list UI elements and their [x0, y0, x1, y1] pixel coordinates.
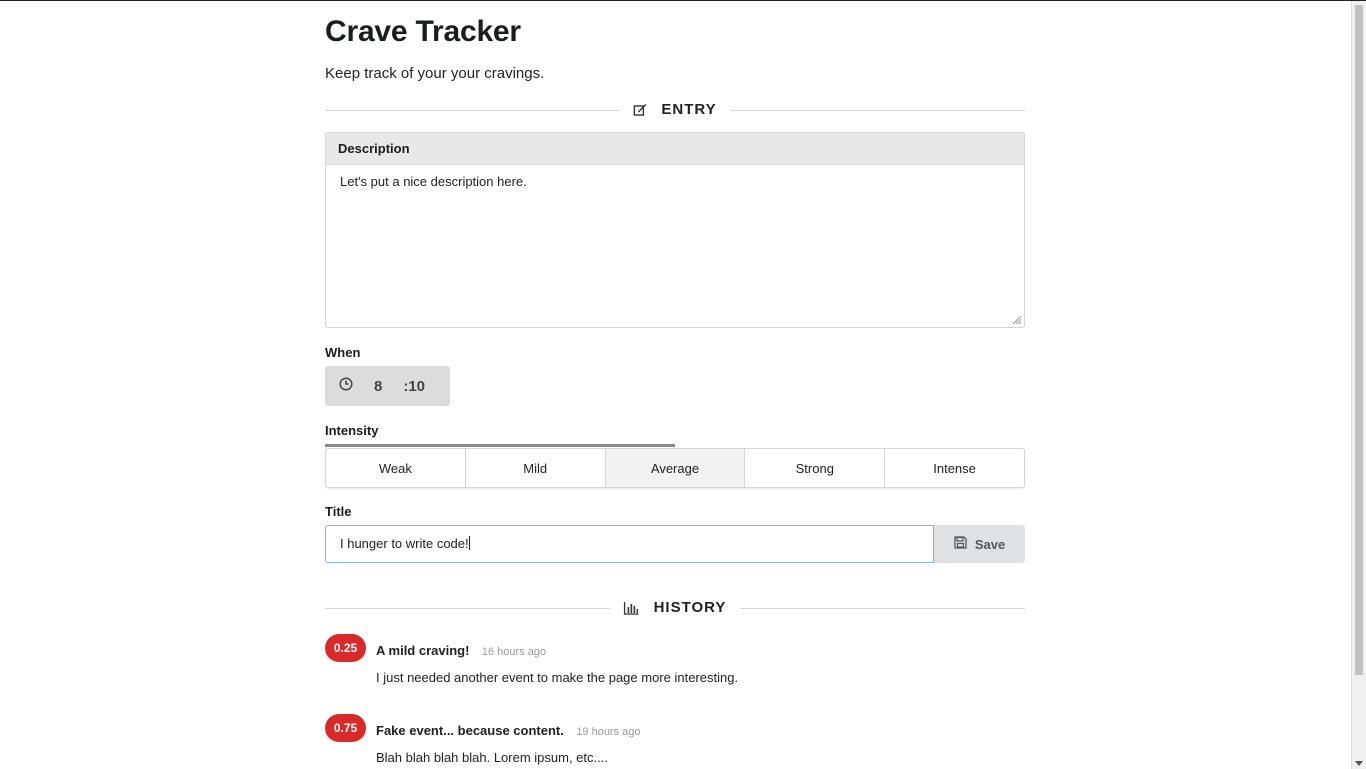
- save-icon: [954, 536, 967, 552]
- intensity-average-button[interactable]: Average: [605, 449, 746, 487]
- clock-icon: [339, 377, 353, 395]
- title-label: Title: [325, 504, 352, 519]
- intensity-label: Intensity: [325, 423, 379, 438]
- app-title: Crave Tracker: [325, 15, 521, 48]
- event-timestamp: 16 hours ago: [481, 646, 547, 658]
- save-button-label: Save: [974, 536, 1006, 552]
- resize-grip-icon[interactable]: [1012, 315, 1022, 325]
- history-section-label: HISTORY: [653, 599, 727, 616]
- entry-section-label: ENTRY: [661, 101, 717, 118]
- when-label: When: [325, 345, 361, 360]
- scrollbar-thumb[interactable]: [1355, 5, 1363, 675]
- entry-divider: ENTRY: [325, 100, 1025, 120]
- intensity-weak-button[interactable]: Weak: [326, 449, 466, 487]
- intensity-score-badge: 0.75: [325, 714, 366, 742]
- event-description: I just needed another event to make the …: [376, 670, 739, 685]
- hour-value[interactable]: 8: [374, 378, 382, 395]
- save-button[interactable]: Save: [934, 525, 1025, 563]
- intensity-progress-fill: [325, 444, 675, 447]
- event-timestamp: 19 hours ago: [576, 726, 641, 738]
- time-picker[interactable]: 8 :10: [325, 366, 450, 406]
- scroll-down-arrow-icon[interactable]: [1355, 761, 1363, 766]
- intensity-score-badge: 0.25: [325, 634, 366, 662]
- intensity-selector: Weak Mild Average Strong Intense: [325, 448, 1025, 488]
- event-description: Blah blah blah blah. Lorem ipsum, etc...…: [376, 750, 608, 765]
- intensity-strong-button[interactable]: Strong: [745, 449, 886, 487]
- minute-value[interactable]: :10: [403, 378, 425, 395]
- intensity-intense-button[interactable]: Intense: [885, 449, 1024, 487]
- description-header: Description: [326, 133, 1024, 165]
- intensity-progress: [325, 444, 1025, 447]
- history-divider: HISTORY: [325, 598, 1025, 618]
- description-textarea[interactable]: Let's put a nice description here.: [326, 165, 1024, 198]
- intensity-mild-button[interactable]: Mild: [466, 449, 606, 487]
- title-input[interactable]: I hunger to write code!: [325, 525, 934, 563]
- title-input-value: I hunger to write code!: [340, 536, 469, 551]
- app-subtitle: Keep track of your your cravings.: [325, 65, 545, 82]
- event-title: Fake event... because content.: [376, 723, 564, 738]
- page-scrollbar[interactable]: [1351, 1, 1366, 769]
- edit-icon: [633, 103, 647, 117]
- bar-chart-icon: [623, 601, 640, 615]
- description-field[interactable]: Description Let's put a nice description…: [325, 132, 1025, 328]
- event-title: A mild craving!: [376, 643, 470, 658]
